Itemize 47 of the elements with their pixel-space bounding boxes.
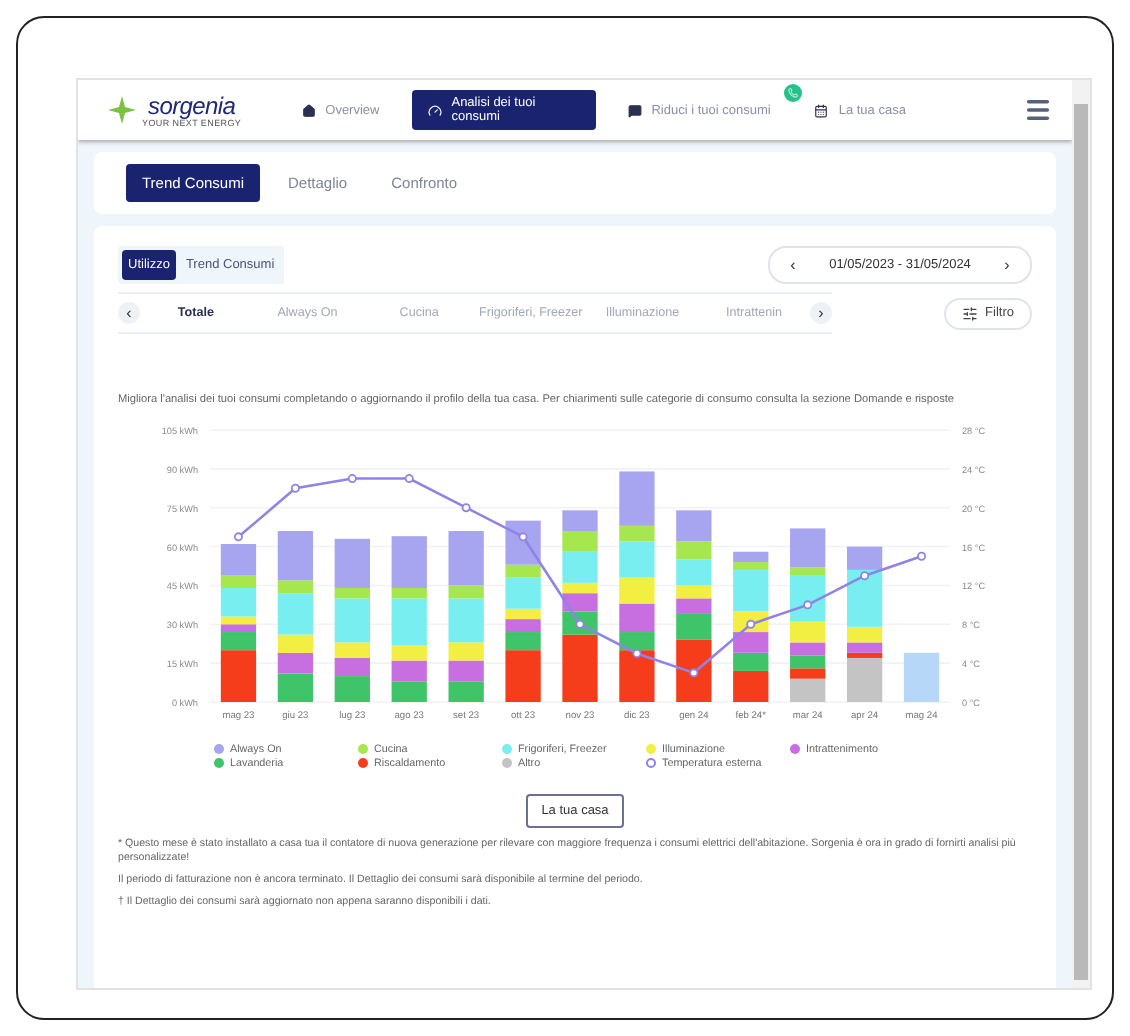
bar-segment [561,509,597,531]
calendar-icon [814,103,829,117]
bar-segment [447,660,483,681]
bar-segment [390,660,426,681]
legend-dot [358,744,368,755]
logo-wordmark: sorgenia [148,93,236,117]
bar-segment [390,680,426,702]
legend-dot [214,744,224,755]
bar-segment [618,577,654,604]
bar-segment [447,680,483,702]
temperature-point [232,532,242,541]
legend-dot [214,758,224,769]
temperature-point [688,668,698,677]
legend-dot [646,744,656,755]
previous-button[interactable]: ‹ [118,302,140,324]
home-icon [301,103,316,117]
temperature-point [916,551,926,561]
bar-segment [276,652,313,674]
previous-button[interactable]: ‹ [782,254,804,276]
temperature-point [802,600,812,609]
scrollbar[interactable] [1072,80,1090,988]
bar-segment [276,673,313,702]
bar-segment [902,652,939,702]
temperature-point [574,619,584,629]
temperature-point [859,570,869,580]
phone-icon [788,87,799,97]
logo-icon [106,94,138,126]
legend-dot [646,758,656,769]
sliders-icon [961,305,978,321]
menu-icon [1024,96,1052,124]
temperature-point [745,619,755,629]
temperature-point [289,483,299,493]
next-button[interactable]: › [996,254,1018,276]
temperature-point [460,502,470,512]
chat-icon [627,103,642,117]
legend-dot [502,758,512,769]
gauge-icon [427,103,442,117]
next-button[interactable]: › [809,302,832,324]
bar-segment [333,675,369,702]
temperature-point [517,532,527,541]
menu-button[interactable] [1024,96,1052,124]
legend-dot [502,744,512,755]
temperature-point [346,473,356,483]
temperature-point [631,648,641,658]
temperature-point [403,473,413,483]
legend-dot [358,758,368,769]
legend-dot [790,744,800,755]
